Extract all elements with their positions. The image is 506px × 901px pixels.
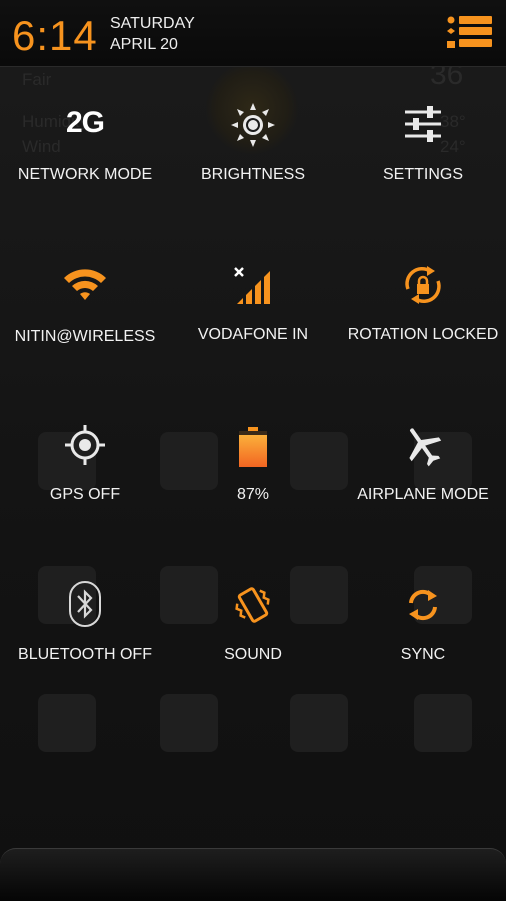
bluetooth-icon [67, 580, 103, 633]
rotation-toggle[interactable]: ROTATION LOCKED [338, 262, 506, 372]
settings-sliders-icon [403, 104, 443, 149]
list-menu-icon[interactable] [445, 15, 493, 53]
wifi-icon [62, 266, 108, 309]
sync-label: SYNC [400, 646, 446, 663]
vibrate-icon [232, 584, 274, 631]
app-icon-ghost [414, 694, 472, 752]
clock-time[interactable]: 6:14 [12, 10, 98, 62]
battery-icon [238, 426, 268, 473]
sound-label: SOUND [224, 646, 282, 663]
carrier-label: VODAFONE IN [197, 326, 309, 343]
app-icon-ghost [38, 694, 96, 752]
gps-label: GPS OFF [49, 486, 121, 503]
clock-day: SATURDAY [110, 15, 195, 32]
bluetooth-toggle[interactable]: BLUETOOTH OFF [0, 580, 170, 690]
brightness-toggle[interactable]: BRIGHTNESS [168, 100, 338, 210]
network-mode-label: NETWORK MODE [17, 166, 153, 183]
sound-toggle[interactable]: SOUND [168, 580, 338, 690]
sync-icon [406, 588, 440, 627]
gps-icon [64, 424, 106, 471]
app-icon-ghost [290, 694, 348, 752]
rotation-lock-icon [400, 262, 446, 313]
panel-drag-handle[interactable] [0, 848, 506, 901]
cell-signal-icon [233, 266, 273, 311]
battery-level-label: 87% [236, 486, 270, 503]
network-mode-toggle[interactable]: 2G NETWORK MODE [0, 100, 170, 210]
gps-toggle[interactable]: GPS OFF [0, 422, 170, 532]
bluetooth-label: BLUETOOTH OFF [18, 646, 152, 663]
weather-condition-ghost: Fair [22, 70, 52, 89]
sync-toggle[interactable]: SYNC [338, 580, 506, 690]
brightness-label: BRIGHTNESS [200, 166, 305, 183]
network-mode-icon: 2G [65, 106, 105, 139]
notification-header: 6:14 SATURDAY APRIL 20 [0, 0, 506, 67]
mobile-network-toggle[interactable]: VODAFONE IN [168, 262, 338, 372]
airplane-mode-label: AIRPLANE MODE [357, 486, 489, 503]
battery-status[interactable]: 87% [168, 422, 338, 532]
wifi-toggle[interactable]: NITIN@WIRELESS [0, 262, 170, 372]
wifi-network-label: NITIN@WIRELESS [14, 328, 156, 345]
brightness-icon [230, 102, 276, 153]
rotation-label: ROTATION LOCKED [347, 326, 499, 343]
app-icon-ghost [160, 694, 218, 752]
settings-toggle[interactable]: SETTINGS [338, 100, 506, 210]
settings-label: SETTINGS [382, 166, 463, 183]
clock-date: APRIL 20 [110, 36, 178, 53]
airplane-mode-toggle[interactable]: AIRPLANE MODE [338, 422, 506, 532]
airplane-icon [401, 424, 445, 473]
